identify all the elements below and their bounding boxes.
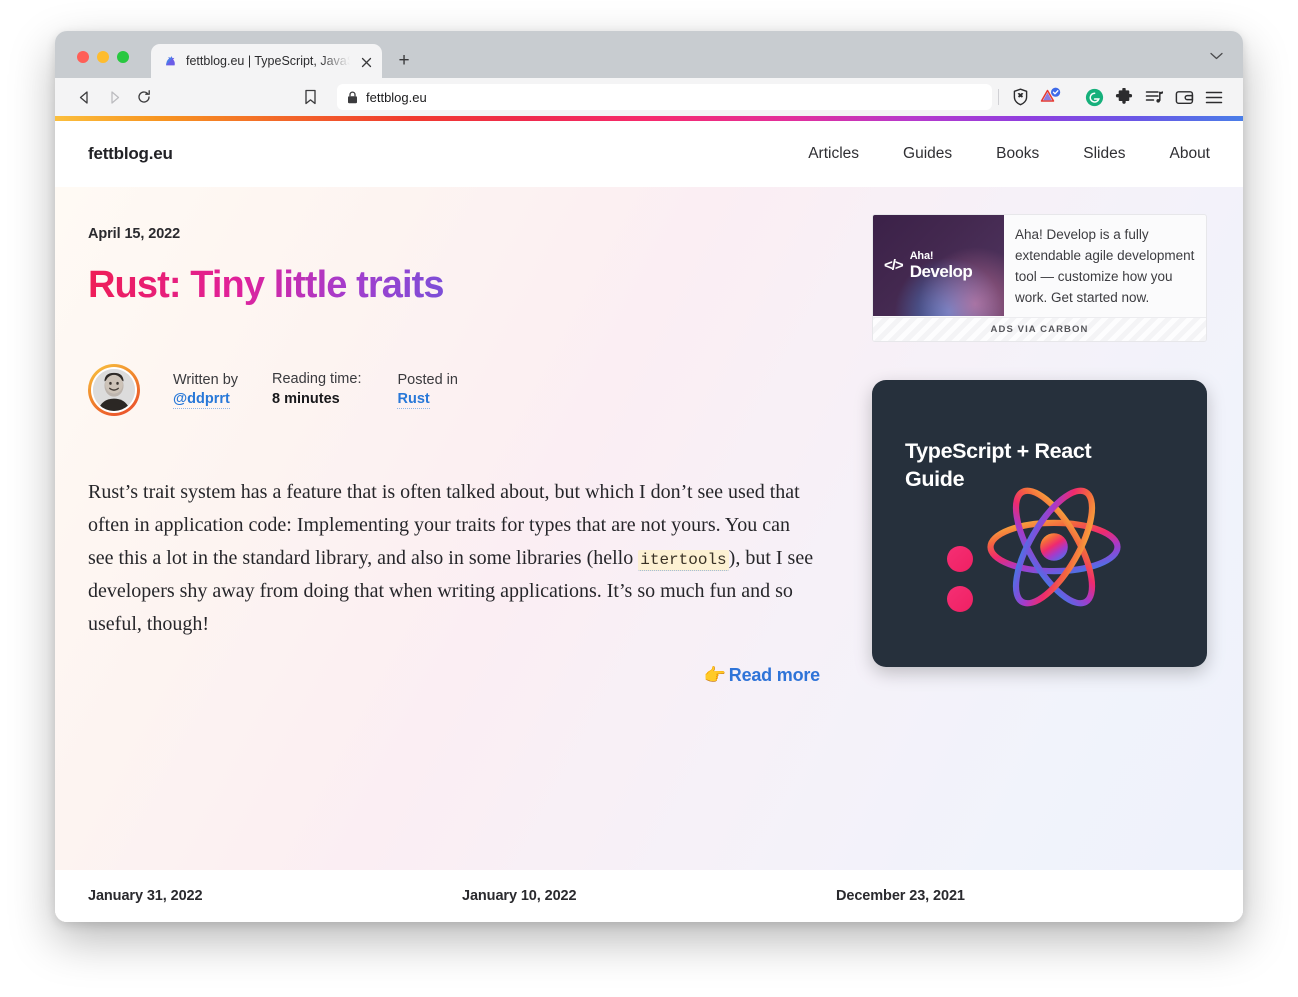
read-more-row: 👉Read more xyxy=(88,665,820,686)
avatar xyxy=(88,364,140,416)
website-content: fettblog.eu Articles Guides Books Slides… xyxy=(55,121,1243,922)
nav-item-slides[interactable]: Slides xyxy=(1083,145,1125,163)
react-atom-icon xyxy=(985,482,1123,612)
browser-window: fettblog.eu | TypeScript, JavaSc + xyxy=(55,31,1243,922)
url-address-bar[interactable]: fettblog.eu xyxy=(337,84,992,110)
reading-time-label: Reading time: xyxy=(272,370,361,390)
toolbar-right-icons xyxy=(1005,82,1229,112)
pointing-hand-icon: 👉 xyxy=(704,665,726,686)
promo-card-typescript-react-guide[interactable]: TypeScript + React Guide xyxy=(872,380,1207,667)
nav-item-articles[interactable]: Articles xyxy=(808,145,859,163)
brave-rewards-icon[interactable] xyxy=(1035,82,1065,112)
maximize-window-button[interactable] xyxy=(117,51,129,63)
nav-item-books[interactable]: Books xyxy=(996,145,1039,163)
reading-time-value: 8 minutes xyxy=(272,390,361,410)
article-body: Rust’s trait system has a feature that i… xyxy=(88,476,820,641)
avatar-photo xyxy=(93,369,135,411)
hamburger-menu-icon[interactable] xyxy=(1199,82,1229,112)
browser-toolbar: fettblog.eu xyxy=(55,78,1243,116)
site-logo[interactable]: fettblog.eu xyxy=(88,144,173,164)
promo-dot-2 xyxy=(947,586,973,612)
url-text: fettblog.eu xyxy=(366,90,427,105)
desktop-backdrop: fettblog.eu | TypeScript, JavaSc + xyxy=(0,0,1298,997)
back-arrow-icon[interactable] xyxy=(69,82,99,112)
lock-icon xyxy=(347,91,358,104)
browser-tab-strip: fettblog.eu | TypeScript, JavaSc + xyxy=(55,31,1243,78)
posted-in-label: Posted in xyxy=(397,371,457,391)
article-preview: April 15, 2022 Rust: Tiny little traits xyxy=(88,226,848,686)
ad-text[interactable]: Aha! Develop is a fully extendable agile… xyxy=(1004,215,1206,317)
playlist-icon[interactable] xyxy=(1139,82,1169,112)
preview-date-2[interactable]: January 10, 2022 xyxy=(462,888,836,904)
read-more-label: Read more xyxy=(729,665,820,685)
window-traffic-lights xyxy=(77,51,129,63)
article-meta: Written by @ddprrt Reading time: 8 minut… xyxy=(88,364,848,416)
meta-reading-time: Reading time: 8 minutes xyxy=(272,370,361,409)
meta-category: Posted in Rust xyxy=(397,371,457,410)
ad-brand-big: Develop xyxy=(910,263,973,280)
promo-dots xyxy=(947,546,973,612)
article-title[interactable]: Rust: Tiny little traits xyxy=(88,264,444,307)
written-by-label: Written by xyxy=(173,371,238,391)
browser-tab[interactable]: fettblog.eu | TypeScript, JavaSc xyxy=(151,44,382,78)
browser-tab-title: fettblog.eu | TypeScript, JavaSc xyxy=(186,54,350,68)
ad-brand-small: Aha! xyxy=(910,251,973,262)
site-navigation: Articles Guides Books Slides About xyxy=(808,145,1210,163)
extensions-puzzle-icon[interactable] xyxy=(1109,82,1139,112)
meta-author: Written by @ddprrt xyxy=(173,371,238,410)
minimize-window-button[interactable] xyxy=(97,51,109,63)
grammarly-icon[interactable] xyxy=(1079,82,1109,112)
close-icon[interactable] xyxy=(358,53,374,69)
article-previews-row: January 31, 2022 January 10, 2022 Decemb… xyxy=(88,870,1210,922)
site-header: fettblog.eu Articles Guides Books Slides… xyxy=(55,121,1243,187)
preview-date-1[interactable]: January 31, 2022 xyxy=(88,888,462,904)
ad-image[interactable]: </> Aha! Develop xyxy=(873,215,1004,316)
page-viewport: fettblog.eu Articles Guides Books Slides… xyxy=(55,116,1243,922)
article-date: April 15, 2022 xyxy=(88,226,848,242)
toolbar-divider xyxy=(998,89,999,105)
new-tab-button[interactable]: + xyxy=(390,47,418,75)
reload-icon[interactable] xyxy=(129,82,159,112)
nav-item-about[interactable]: About xyxy=(1169,145,1210,163)
nav-item-guides[interactable]: Guides xyxy=(903,145,952,163)
bookmark-icon[interactable] xyxy=(295,82,325,112)
inline-code-itertools[interactable]: itertools xyxy=(638,550,728,571)
forward-arrow-icon xyxy=(99,82,129,112)
brave-shield-icon[interactable] xyxy=(1005,82,1035,112)
page-body: April 15, 2022 Rust: Tiny little traits xyxy=(55,187,1243,922)
category-link[interactable]: Rust xyxy=(397,391,429,409)
ad-footer[interactable]: ADS VIA CARBON xyxy=(873,317,1206,341)
sidebar: </> Aha! Develop Aha! Develop is a fully… xyxy=(872,214,1207,667)
preview-date-3[interactable]: December 23, 2021 xyxy=(836,888,1210,904)
ad-footer-label: ADS VIA CARBON xyxy=(991,324,1089,335)
fettblog-favicon xyxy=(162,53,178,69)
promo-dot-1 xyxy=(947,546,973,572)
close-window-button[interactable] xyxy=(77,51,89,63)
aha-develop-logo: </> Aha! Develop xyxy=(884,251,972,280)
author-link[interactable]: @ddprrt xyxy=(173,391,230,409)
code-brackets-icon: </> xyxy=(884,257,903,274)
read-more-link[interactable]: 👉Read more xyxy=(704,665,820,685)
chevron-down-icon[interactable] xyxy=(1210,51,1223,63)
carbon-ad[interactable]: </> Aha! Develop Aha! Develop is a fully… xyxy=(872,214,1207,342)
wallet-icon[interactable] xyxy=(1169,82,1199,112)
